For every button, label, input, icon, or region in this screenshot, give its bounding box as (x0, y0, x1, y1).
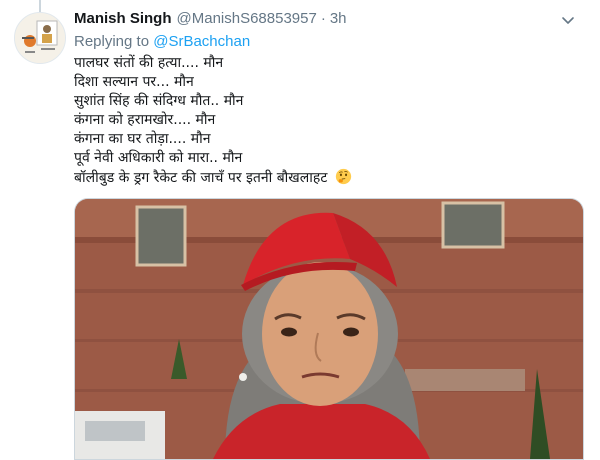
chevron-down-icon[interactable] (560, 12, 576, 28)
tweet-line: पालघर संतों की हत्या.... मौन (74, 55, 224, 71)
replying-to-prefix: Replying to (74, 33, 150, 50)
thread-connector-line (39, 0, 41, 12)
tweet-image[interactable] (74, 198, 584, 460)
tweet-timestamp[interactable]: 3h (330, 9, 347, 29)
dot-separator: · (320, 10, 326, 27)
tweet-line-last: बॉलीबुड के ड्रग रैकेट की जाचँ पर इतनी बौ… (74, 168, 584, 188)
tweet-header: Manish Singh @ManishS68853957 · 3h (74, 8, 584, 30)
tweet-text: पालघर संतों की हत्या.... मौन दिशा सल्यान… (74, 54, 584, 188)
avatar-image (15, 13, 65, 63)
user-handle[interactable]: @ManishS68853957 (177, 9, 317, 29)
tweet: Manish Singh @ManishS68853957 · 3h Reply… (74, 8, 584, 188)
thinking-face-emoji-icon (335, 168, 351, 185)
replying-to: Replying to @SrBachchan (74, 32, 584, 52)
tweet-line: सुशांत सिंह की संदिग्ध मौत.. मौन (74, 93, 244, 109)
tweet-line: कंगना को हरामखोर.... मौन (74, 112, 216, 128)
photo-graphic (75, 199, 583, 459)
replying-to-link[interactable]: @SrBachchan (153, 33, 250, 50)
avatar[interactable] (14, 12, 66, 64)
tweet-line: बॉलीबुड के ड्रग रैकेट की जाचँ पर इतनी बौ… (74, 170, 328, 186)
tweet-line: दिशा सल्यान पर... मौन (74, 74, 194, 90)
tweet-line: कंगना का घर तोड़ा.... मौन (74, 131, 211, 147)
tweet-line: पूर्व नेवी अधिकारी को मारा.. मौन (74, 150, 243, 166)
display-name[interactable]: Manish Singh (74, 9, 172, 29)
